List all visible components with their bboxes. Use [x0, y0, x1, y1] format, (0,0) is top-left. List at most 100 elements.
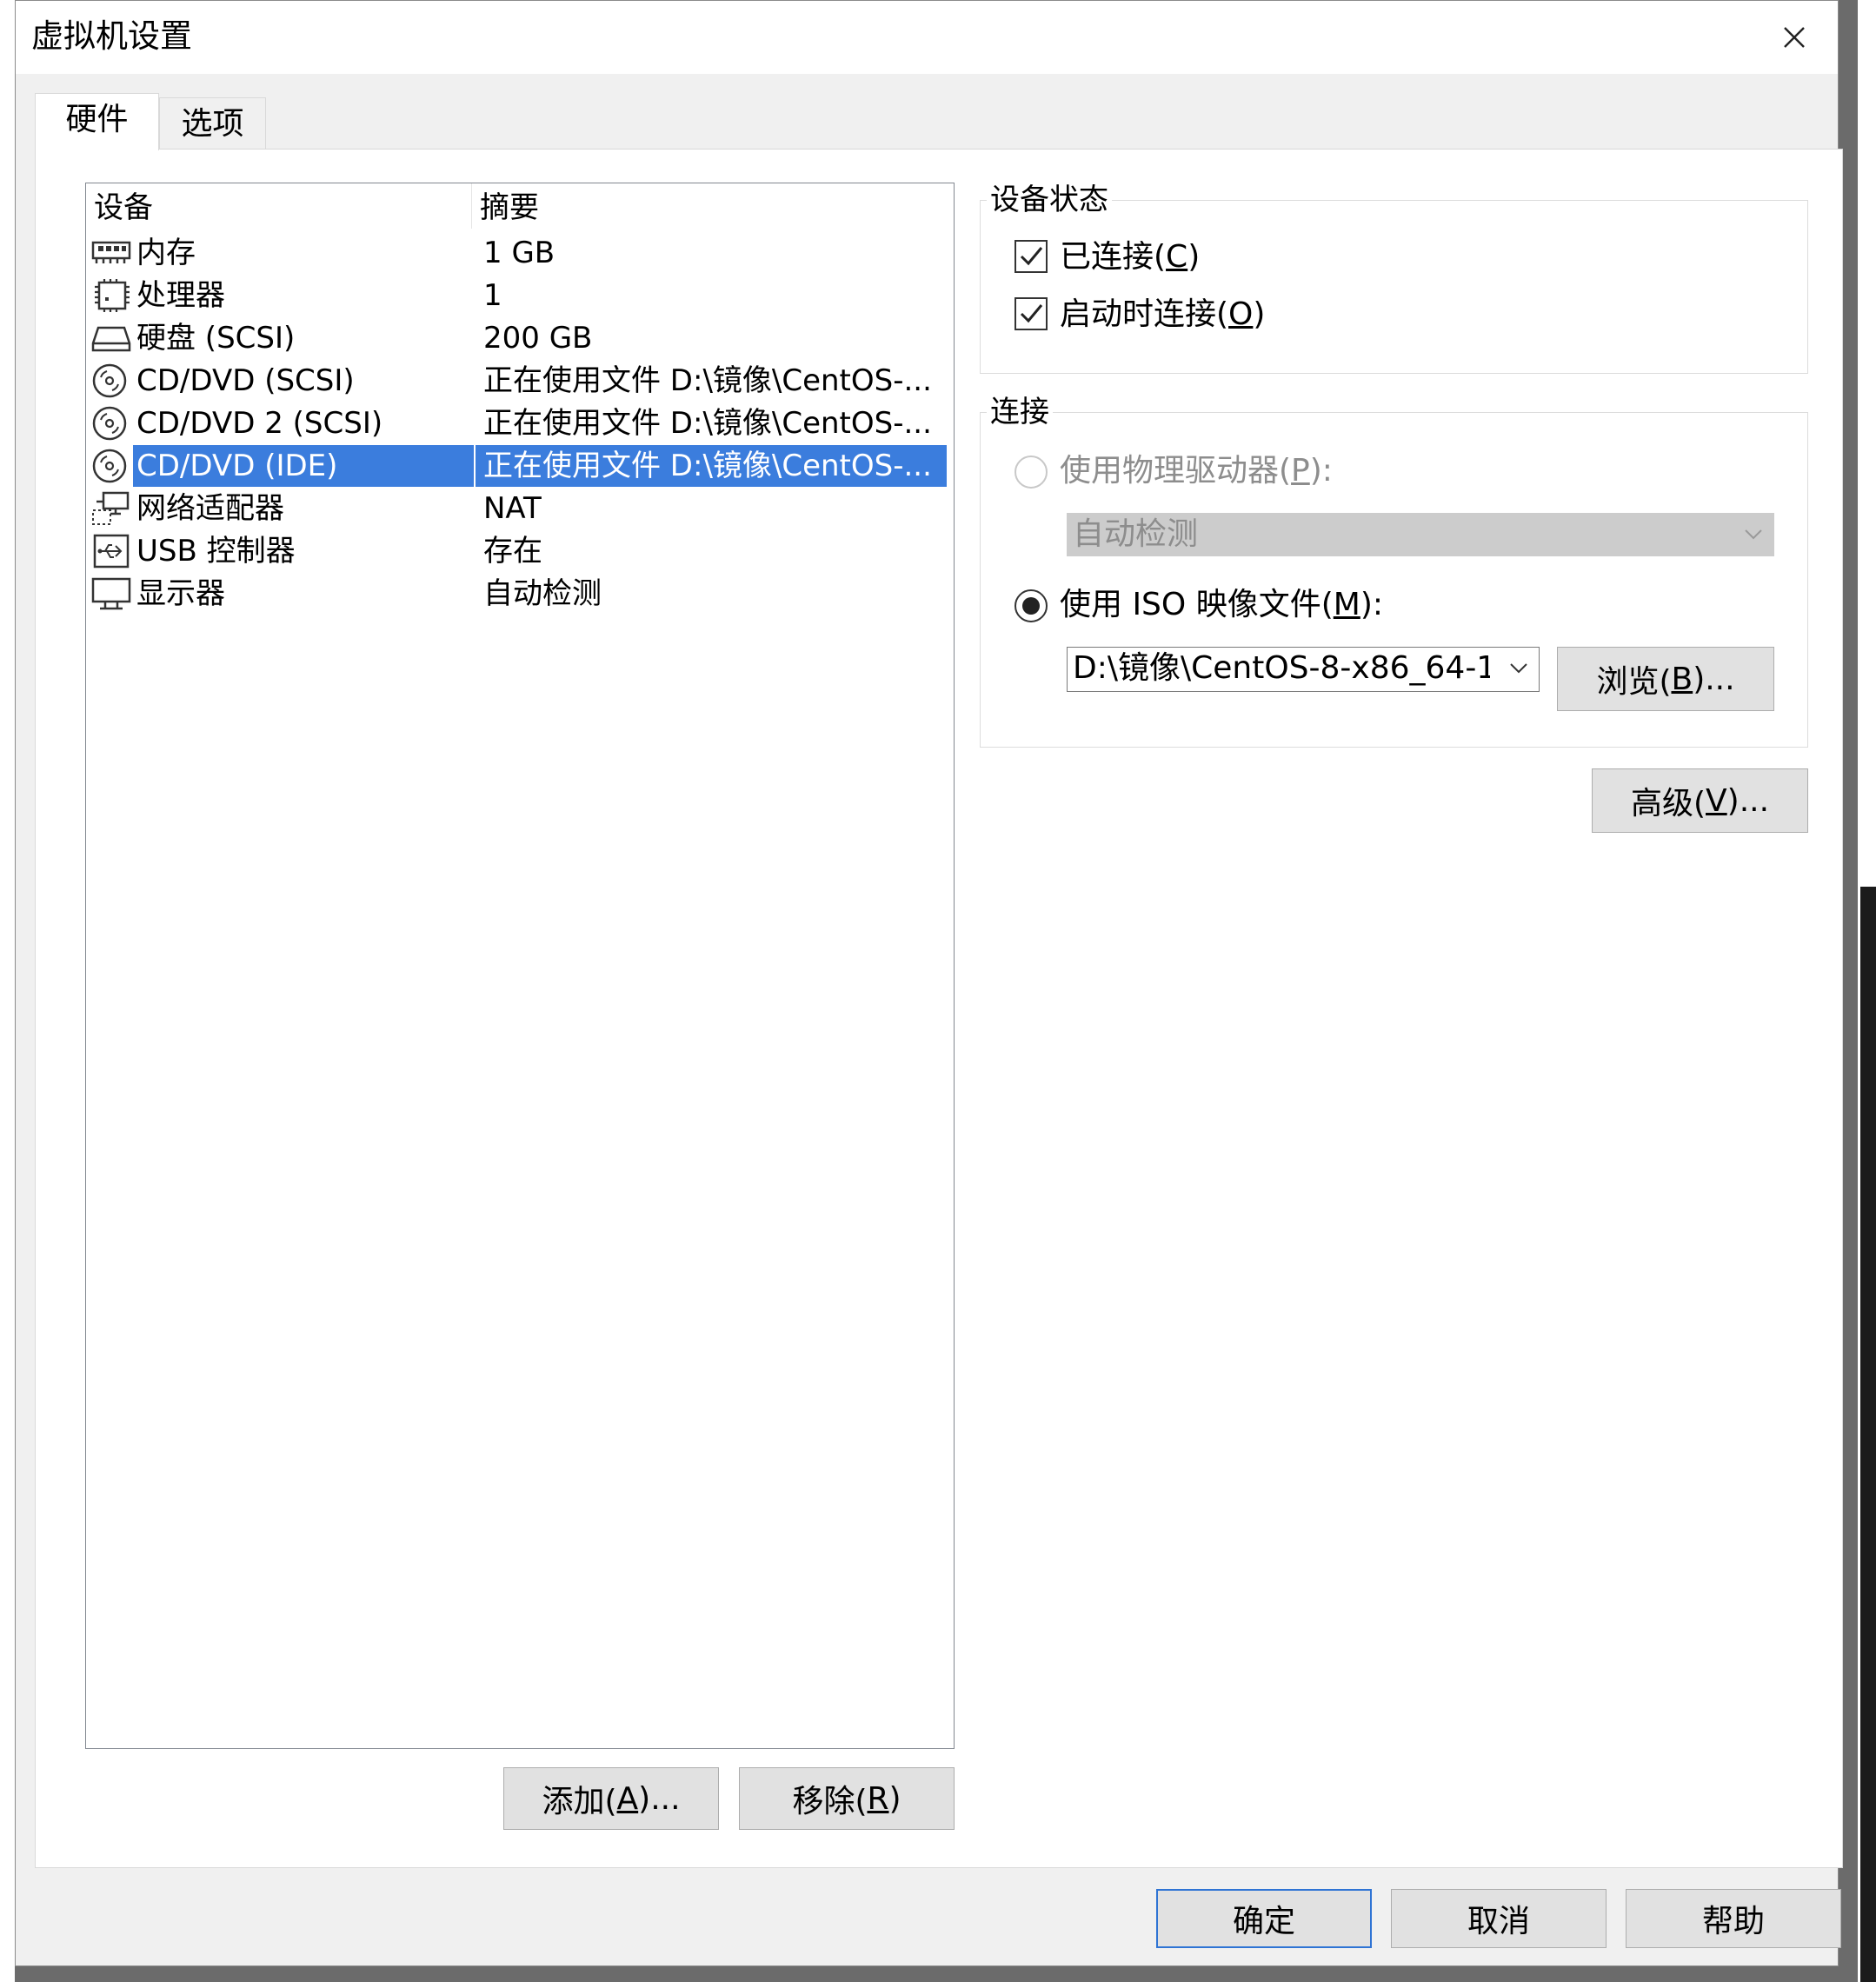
device-name: CD/DVD 2 (SCSI) [136, 406, 383, 441]
device-summary: 正在使用文件 D:\镜像\CentOS-... [476, 445, 947, 487]
background-left-edge [0, 0, 15, 1982]
connected-text: 已连接( [1060, 239, 1167, 275]
checkmark-icon [1020, 247, 1043, 266]
device-summary: 正在使用文件 D:\镜像\CentOS-... [483, 363, 932, 398]
cd-dvd-icon [92, 363, 127, 398]
close-button[interactable] [1760, 4, 1829, 70]
window-title: 虚拟机设置 [31, 17, 192, 55]
device-name: 处理器 [136, 278, 225, 313]
connect-on-start-label: 启动时连接(O) [1060, 294, 1265, 336]
iso-image-accelerator: M [1333, 587, 1360, 622]
physical-drive-select[interactable]: 自动检测 [1067, 513, 1774, 556]
column-header-summary[interactable]: 摘要 [480, 189, 539, 227]
device-row-cd-dvd-2-scsi[interactable]: CD/DVD 2 (SCSI) 正在使用文件 D:\镜像\CentOS-... [90, 402, 950, 444]
list-header: 设备 摘要 [86, 183, 954, 229]
help-button[interactable]: 帮助 [1626, 1889, 1841, 1948]
device-row-cd-dvd-ide[interactable]: CD/DVD (IDE) 正在使用文件 D:\镜像\CentOS-... [90, 445, 950, 487]
connect-on-start-text: 启动时连接( [1060, 296, 1229, 332]
cancel-button[interactable]: 取消 [1391, 1889, 1607, 1948]
device-name: CD/DVD (SCSI) [136, 363, 355, 398]
connect-on-start-checkbox[interactable] [1015, 297, 1048, 330]
display-icon [91, 577, 131, 610]
browse-button-accelerator: B [1671, 661, 1693, 697]
device-row-usb-controller[interactable]: USB 控制器 存在 [90, 530, 950, 572]
connect-on-start-accelerator: O [1228, 296, 1254, 332]
connected-suffix: ) [1187, 239, 1201, 275]
column-header-device[interactable]: 设备 [94, 189, 153, 227]
network-adapter-icon [92, 491, 130, 525]
iso-image-text: 使用 ISO 映像文件( [1060, 587, 1334, 622]
device-name: USB 控制器 [136, 534, 296, 569]
processor-icon [95, 279, 130, 312]
add-device-button[interactable]: 添加(A)... [503, 1767, 719, 1830]
browse-button-label: 浏览( [1596, 664, 1672, 700]
connected-label: 已连接(C) [1060, 236, 1200, 278]
browse-button-suffix: )... [1693, 661, 1735, 697]
advanced-button[interactable]: 高级(V)... [1592, 768, 1808, 833]
checkmark-icon [1020, 304, 1043, 323]
device-summary: 自动检测 [483, 576, 602, 611]
device-name: 硬盘 (SCSI) [136, 321, 296, 356]
iso-path-value: D:\镜像\CentOS-8-x86_64-190 [1073, 650, 1490, 686]
device-summary: 存在 [483, 534, 542, 569]
remove-device-button[interactable]: 移除(R) [739, 1767, 955, 1830]
close-icon [1784, 27, 1805, 48]
tab-options[interactable]: 选项 [159, 97, 266, 151]
column-separator [471, 183, 472, 229]
add-button-label: 添加( [542, 1784, 617, 1819]
device-row-network-adapter[interactable]: 网络适配器 NAT [90, 488, 950, 529]
physical-drive-accelerator: P [1291, 453, 1310, 489]
device-row-hard-disk[interactable]: 硬盘 (SCSI) 200 GB [90, 317, 950, 359]
radio-selected-dot [1022, 597, 1040, 615]
iso-path-combobox[interactable]: D:\镜像\CentOS-8-x86_64-190 [1067, 647, 1540, 692]
device-summary: 1 GB [483, 236, 555, 270]
advanced-button-label: 高级( [1630, 786, 1706, 821]
browse-button[interactable]: 浏览(B)... [1557, 647, 1774, 711]
device-row-processor[interactable]: 处理器 1 [90, 275, 950, 316]
device-name: 网络适配器 [136, 491, 284, 526]
iso-image-radio[interactable] [1015, 589, 1048, 622]
physical-drive-label: 使用物理驱动器(P): [1060, 450, 1333, 492]
device-list[interactable]: 设备 摘要 内存 1 GB 处理器 1 硬盘 (SCSI) 200 GB CD/… [85, 183, 955, 1749]
remove-button-suffix: ) [888, 1780, 901, 1817]
device-summary: 正在使用文件 D:\镜像\CentOS-... [483, 406, 932, 441]
device-name: CD/DVD (IDE) [133, 445, 474, 487]
device-name: 显示器 [136, 576, 225, 611]
physical-drive-text: 使用物理驱动器( [1060, 453, 1292, 489]
remove-button-accelerator: R [867, 1780, 889, 1817]
chevron-down-icon [1745, 529, 1762, 540]
add-button-suffix: )... [638, 1780, 681, 1817]
physical-drive-suffix: ): [1309, 453, 1333, 489]
physical-drive-radio[interactable] [1015, 456, 1048, 489]
ok-button[interactable]: 确定 [1156, 1889, 1372, 1948]
cd-dvd-icon [92, 449, 127, 483]
add-button-accelerator: A [616, 1780, 639, 1817]
advanced-button-suffix: )... [1726, 782, 1770, 819]
device-row-cd-dvd-scsi[interactable]: CD/DVD (SCSI) 正在使用文件 D:\镜像\CentOS-... [90, 360, 950, 402]
connected-checkbox[interactable] [1015, 240, 1048, 273]
connect-on-start-suffix: ) [1253, 296, 1266, 332]
usb-controller-icon [93, 534, 130, 569]
device-summary: NAT [483, 491, 542, 526]
device-name: 内存 [136, 236, 196, 270]
device-summary: 1 [483, 278, 502, 313]
hard-disk-icon [91, 326, 131, 352]
device-row-memory[interactable]: 内存 1 GB [90, 232, 950, 274]
device-status-group [980, 200, 1808, 374]
cd-dvd-icon [92, 406, 127, 441]
title-bar: 虚拟机设置 [16, 1, 1838, 74]
tab-hardware[interactable]: 硬件 [35, 93, 159, 150]
remove-button-label: 移除( [792, 1784, 868, 1819]
chevron-down-icon [1510, 663, 1527, 674]
memory-icon [91, 241, 131, 263]
connection-title: 连接 [987, 393, 1053, 431]
connected-accelerator: C [1166, 239, 1188, 275]
device-status-title: 设备状态 [987, 181, 1112, 219]
background-right-dark-area [1860, 887, 1876, 1982]
vm-settings-dialog: 虚拟机设置 硬件 选项 设备 摘要 内存 1 GB 处理器 1 硬盘 (SCSI… [15, 0, 1843, 1966]
hardware-tab-page: 设备 摘要 内存 1 GB 处理器 1 硬盘 (SCSI) 200 GB CD/… [35, 149, 1843, 1868]
device-summary: 200 GB [483, 321, 593, 356]
device-row-display[interactable]: 显示器 自动检测 [90, 573, 950, 615]
physical-drive-value: 自动检测 [1073, 516, 1199, 552]
advanced-button-accelerator: V [1706, 782, 1727, 819]
